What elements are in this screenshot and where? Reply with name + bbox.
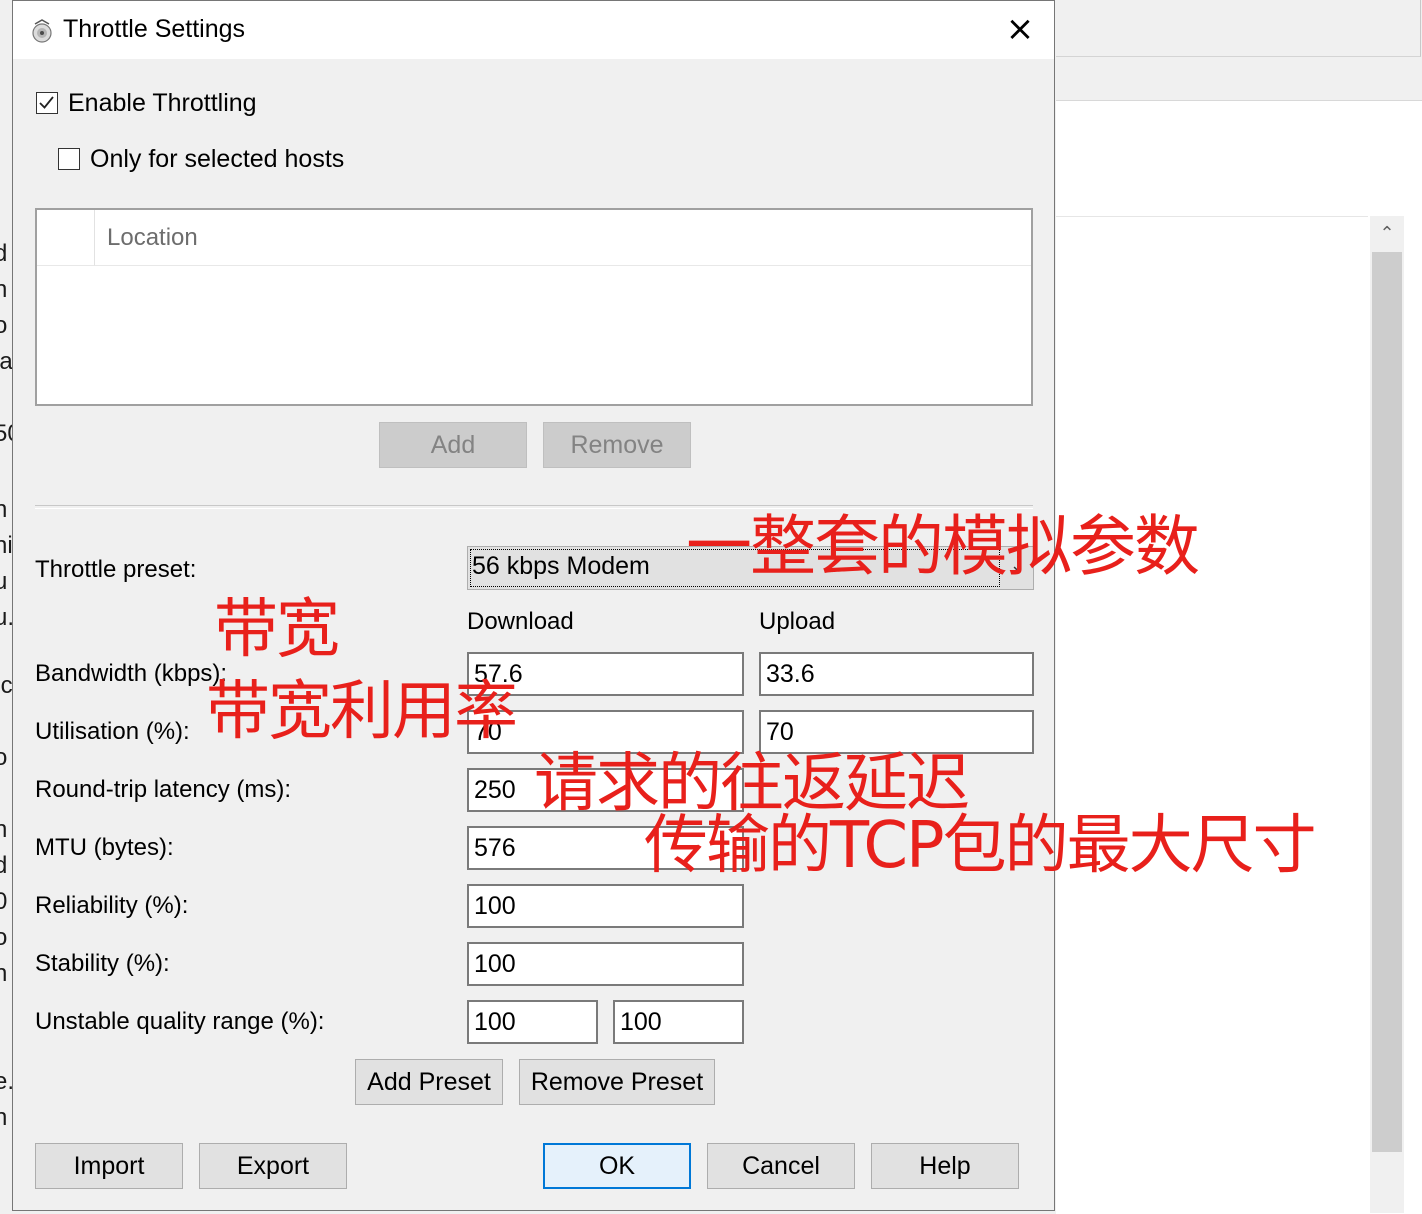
throttle-preset-label: Throttle preset: xyxy=(35,556,197,583)
background-list-edge: dnoia50nhiuu..cond0one.n xyxy=(0,220,12,1213)
background-panel xyxy=(1056,100,1422,1214)
upload-column-header: Upload xyxy=(759,608,836,635)
only-selected-hosts-label[interactable]: Only for selected hosts xyxy=(90,145,344,174)
export-button[interactable]: Export xyxy=(199,1143,347,1189)
mtu-annotation: 传输的TCP包的最大尺寸 xyxy=(644,809,1317,883)
ok-button[interactable]: OK xyxy=(543,1143,691,1189)
host-list-checkbox-column xyxy=(37,210,95,266)
add-preset-button[interactable]: Add Preset xyxy=(355,1059,503,1105)
add-host-button[interactable]: Add xyxy=(379,422,527,468)
throttle-settings-dialog: Throttle Settings × Enable Throttling On… xyxy=(12,0,1055,1211)
background-text-fragment: d xyxy=(0,852,8,879)
utilisation-label: Utilisation (%): xyxy=(35,718,190,745)
background-text-fragment: n xyxy=(0,816,8,843)
only-selected-hosts-checkbox[interactable] xyxy=(58,148,80,170)
dialog-title: Throttle Settings xyxy=(63,15,246,43)
fiddler-app-icon xyxy=(32,19,52,43)
background-text-fragment: o xyxy=(0,924,8,951)
download-column-header: Download xyxy=(467,608,574,635)
background-toolbar xyxy=(1056,0,1421,57)
background-text-fragment: n xyxy=(0,1104,8,1131)
background-text-fragment: 0 xyxy=(0,888,8,915)
utilisation-annotation: 带宽利用率 xyxy=(206,675,518,749)
remove-preset-button[interactable]: Remove Preset xyxy=(519,1059,715,1105)
unstable-range-min-input[interactable]: 100 xyxy=(467,1000,598,1044)
latency-label: Round-trip latency (ms): xyxy=(35,776,292,803)
cancel-button[interactable]: Cancel xyxy=(707,1143,855,1189)
reliability-label: Reliability (%): xyxy=(35,892,189,919)
title-bar: Throttle Settings × xyxy=(13,1,1054,59)
background-panel-header xyxy=(1056,160,1368,217)
location-column-header[interactable]: Location xyxy=(95,210,1031,266)
background-text-fragment: e. xyxy=(0,1068,12,1095)
scrollbar-thumb[interactable] xyxy=(1372,252,1402,1152)
bandwidth-label: Bandwidth (kbps): xyxy=(35,660,228,687)
close-icon: × xyxy=(1005,9,1035,49)
enable-throttling-label[interactable]: Enable Throttling xyxy=(68,89,257,118)
bandwidth-annotation: 带宽 xyxy=(214,593,340,667)
background-text-fragment: u xyxy=(0,568,8,595)
background-text-fragment: 50 xyxy=(0,420,12,447)
import-button[interactable]: Import xyxy=(35,1143,183,1189)
help-button[interactable]: Help xyxy=(871,1143,1019,1189)
stability-input[interactable]: 100 xyxy=(467,942,744,986)
background-text-fragment: o xyxy=(0,744,8,771)
background-text-fragment: o xyxy=(0,312,8,339)
unstable-range-label: Unstable quality range (%): xyxy=(35,1008,325,1035)
mtu-label: MTU (bytes): xyxy=(35,834,174,861)
unstable-range-max-input[interactable]: 100 xyxy=(613,1000,744,1044)
reliability-input[interactable]: 100 xyxy=(467,884,744,928)
bandwidth-upload-input[interactable]: 33.6 xyxy=(759,652,1034,696)
background-text-fragment: hi xyxy=(0,532,12,559)
scroll-up-icon[interactable]: ⌃ xyxy=(1370,216,1404,252)
location-column-label: Location xyxy=(107,224,198,251)
background-text-fragment: n xyxy=(0,960,8,987)
background-text-fragment: n xyxy=(0,496,8,523)
stability-label: Stability (%): xyxy=(35,950,170,977)
remove-host-button[interactable]: Remove xyxy=(543,422,691,468)
throttle-preset-value: 56 kbps Modem xyxy=(472,552,650,580)
close-button[interactable]: × xyxy=(986,1,1054,59)
background-text-fragment: .c xyxy=(0,672,12,699)
checkmark-icon xyxy=(39,96,54,109)
background-text-fragment: n xyxy=(0,276,8,303)
host-list[interactable]: Location xyxy=(35,208,1033,406)
background-text-fragment: d xyxy=(0,240,8,267)
background-text-fragment: u. xyxy=(0,604,12,631)
enable-throttling-checkbox[interactable] xyxy=(36,92,58,114)
preset-annotation: 一整套的模拟参数 xyxy=(686,508,1200,585)
latency-annotation: 请求的往返延迟 xyxy=(534,747,970,821)
background-text-fragment: ia xyxy=(0,348,12,375)
